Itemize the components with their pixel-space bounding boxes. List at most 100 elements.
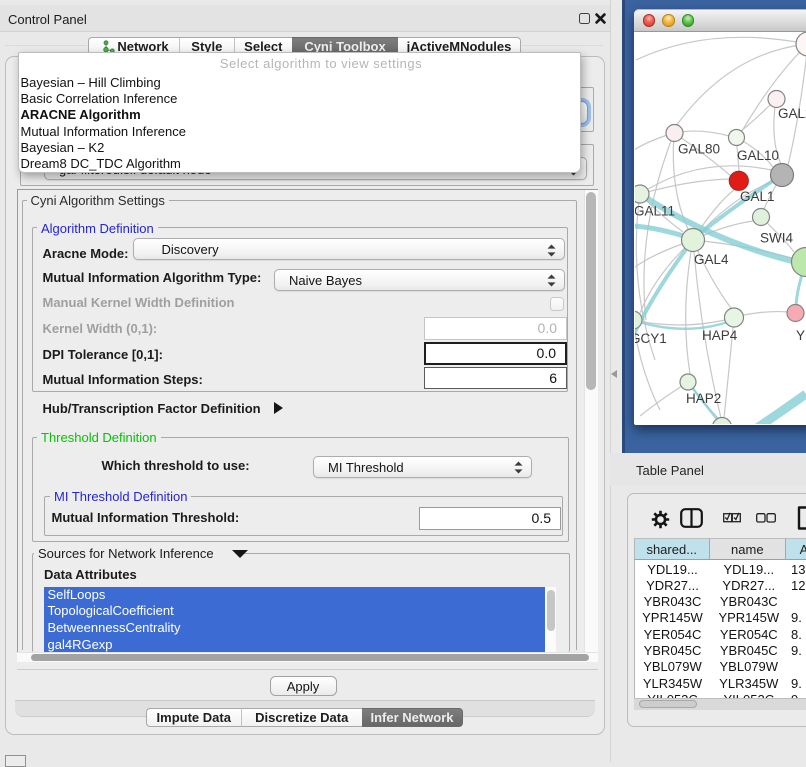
table-cell[interactable]: YDL19... xyxy=(635,562,711,578)
close-panel-icon[interactable] xyxy=(595,13,606,24)
table-cell[interactable]: YBR043C xyxy=(711,594,787,610)
table-row[interactable]: YDL19...YDL19...13 xyxy=(635,562,806,578)
table-cell[interactable]: 8. xyxy=(791,627,806,643)
table-cell[interactable]: YLR345W xyxy=(635,676,711,692)
mi-steps-field[interactable]: 6 xyxy=(424,367,567,390)
tab-impute-data[interactable]: Impute Data xyxy=(146,708,241,727)
table-cell[interactable]: YDR27... xyxy=(635,578,711,594)
list-item[interactable]: TopologicalCoefficient xyxy=(44,603,545,620)
document-icon[interactable] xyxy=(797,506,806,530)
network-edge[interactable] xyxy=(748,394,806,424)
network-node[interactable] xyxy=(768,91,785,108)
select-all-checkboxes-icon[interactable] xyxy=(723,512,741,523)
table-cell[interactable]: YER054C xyxy=(711,627,787,643)
dropdown-item[interactable]: Bayesian – K2 xyxy=(19,140,580,156)
network-node[interactable] xyxy=(725,308,744,327)
table-cell[interactable] xyxy=(791,594,806,610)
gear-icon[interactable] xyxy=(651,510,670,529)
table-row[interactable]: YER054CYER054C8. xyxy=(635,627,806,643)
network-node[interactable] xyxy=(787,305,804,322)
table-cell[interactable]: 9. xyxy=(791,610,806,626)
dropdown-item[interactable]: ARACNE Algorithm xyxy=(19,107,580,123)
table-cell[interactable]: YBL079W xyxy=(711,659,787,675)
network-node[interactable] xyxy=(635,185,649,203)
table-hscrollbar-thumb[interactable] xyxy=(639,700,697,709)
table-cell[interactable]: YDR27... xyxy=(711,578,787,594)
table-cell[interactable]: YLR345W xyxy=(711,676,787,692)
table-cell[interactable]: YDL19... xyxy=(711,562,787,578)
tab-infer-network[interactable]: Infer Network xyxy=(362,708,463,727)
table-row[interactable]: YDR27...YDR27...12 xyxy=(635,578,806,594)
column-header-third[interactable]: Av xyxy=(786,538,806,560)
dpi-tolerance-field[interactable]: 0.0 xyxy=(424,342,567,365)
network-node[interactable] xyxy=(729,171,748,190)
aracne-mode-combo[interactable]: Discovery xyxy=(133,238,566,260)
table-cell[interactable] xyxy=(791,659,806,675)
table-row[interactable]: YBR045CYBR045C9. xyxy=(635,643,806,659)
divider-collapse-arrow-icon[interactable] xyxy=(611,370,617,378)
attributes-scrollbar-thumb[interactable] xyxy=(547,590,555,631)
table-cell[interactable]: YBR043C xyxy=(635,594,711,610)
network-node[interactable] xyxy=(680,374,696,390)
sources-collapse-arrow-icon[interactable] xyxy=(232,550,248,558)
tabarea-line-left xyxy=(5,45,87,46)
table-row[interactable]: YLR345WYLR345W9. xyxy=(635,676,806,692)
table-cell[interactable]: YBR045C xyxy=(711,643,787,659)
network-node[interactable] xyxy=(796,32,806,56)
apply-button[interactable]: Apply xyxy=(270,676,337,696)
split-columns-icon[interactable] xyxy=(680,508,703,528)
sources-title: Sources for Network Inference xyxy=(34,546,244,561)
which-threshold-combo[interactable]: MI Threshold xyxy=(313,456,532,478)
table-cell[interactable]: YBR045C xyxy=(635,643,711,659)
minimized-panel-button[interactable] xyxy=(5,755,26,767)
table-cell[interactable]: 13 xyxy=(791,562,806,578)
control-panel-titlebar: Control Panel xyxy=(0,5,610,32)
network-edge[interactable] xyxy=(686,240,693,374)
data-attributes-list[interactable]: SelfLoopsTopologicalCoefficientBetweenne… xyxy=(44,587,545,653)
table-cell[interactable]: YPR145W xyxy=(635,610,711,626)
dropdown-item[interactable]: Bayesian – Hill Climbing xyxy=(19,75,580,91)
column-header-name[interactable]: name xyxy=(710,538,786,560)
network-edge[interactable] xyxy=(640,382,688,416)
table-row[interactable]: YBL079WYBL079W xyxy=(635,659,806,675)
settings-vscrollbar-thumb[interactable] xyxy=(586,192,596,390)
network-window-titlebar[interactable] xyxy=(634,9,806,32)
column-header-shared-name[interactable]: shared... xyxy=(634,538,711,560)
float-panel-icon[interactable] xyxy=(579,13,590,24)
table-row[interactable]: YBR043CYBR043C xyxy=(635,594,806,610)
table-body[interactable]: YDL19...YDL19...13YDR27...YDR27...12YBR0… xyxy=(634,560,806,699)
table-row[interactable]: YPR145WYPR145W9. xyxy=(635,610,806,626)
tabarea-line-right xyxy=(522,45,603,46)
dropdown-item[interactable]: Dream8 DC_TDC Algorithm xyxy=(19,156,580,172)
mi-threshold-field[interactable]: 0.5 xyxy=(419,507,561,530)
table-cell[interactable]: 12 xyxy=(791,578,806,594)
network-canvas[interactable]: GAL2GAL80GAL10GAL1GAL11SWI4GAL4GCY1HAP4Y… xyxy=(635,32,806,424)
network-node[interactable] xyxy=(682,229,705,252)
settings-hscrollbar-thumb[interactable] xyxy=(31,654,589,661)
network-node[interactable] xyxy=(666,125,683,142)
dropdown-item[interactable]: Basic Correlation Inference xyxy=(19,91,580,107)
minimize-window-button[interactable] xyxy=(662,14,675,27)
table-cell[interactable]: YPR145W xyxy=(711,610,787,626)
network-node[interactable] xyxy=(729,130,745,146)
manual-kernel-checkbox[interactable] xyxy=(550,297,564,311)
dropdown-item[interactable]: Mutual Information Inference xyxy=(19,124,580,140)
list-item[interactable]: BetweennessCentrality xyxy=(44,620,545,637)
kernel-width-field[interactable]: 0.0 xyxy=(424,317,567,340)
zoom-window-button[interactable] xyxy=(682,14,695,27)
deselect-all-checkboxes-icon[interactable] xyxy=(756,513,776,523)
hub-expand-arrow-icon[interactable] xyxy=(274,402,283,414)
close-window-button[interactable] xyxy=(643,14,656,27)
list-item[interactable]: gal4RGexp xyxy=(44,637,545,652)
table-cell[interactable]: YER054C xyxy=(635,627,711,643)
list-item[interactable]: SelfLoops xyxy=(44,587,545,604)
network-node[interactable] xyxy=(635,311,642,329)
dropdown-items: Bayesian – Hill ClimbingBasic Correlatio… xyxy=(19,75,580,173)
network-node[interactable] xyxy=(753,209,770,226)
table-cell[interactable]: 9. xyxy=(791,643,806,659)
mi-type-combo[interactable]: Naive Bayes xyxy=(274,269,565,291)
table-cell[interactable]: 9. xyxy=(791,676,806,692)
network-node[interactable] xyxy=(771,164,794,187)
table-cell[interactable]: YBL079W xyxy=(635,659,711,675)
tab-discretize-data[interactable]: Discretize Data xyxy=(241,708,363,727)
